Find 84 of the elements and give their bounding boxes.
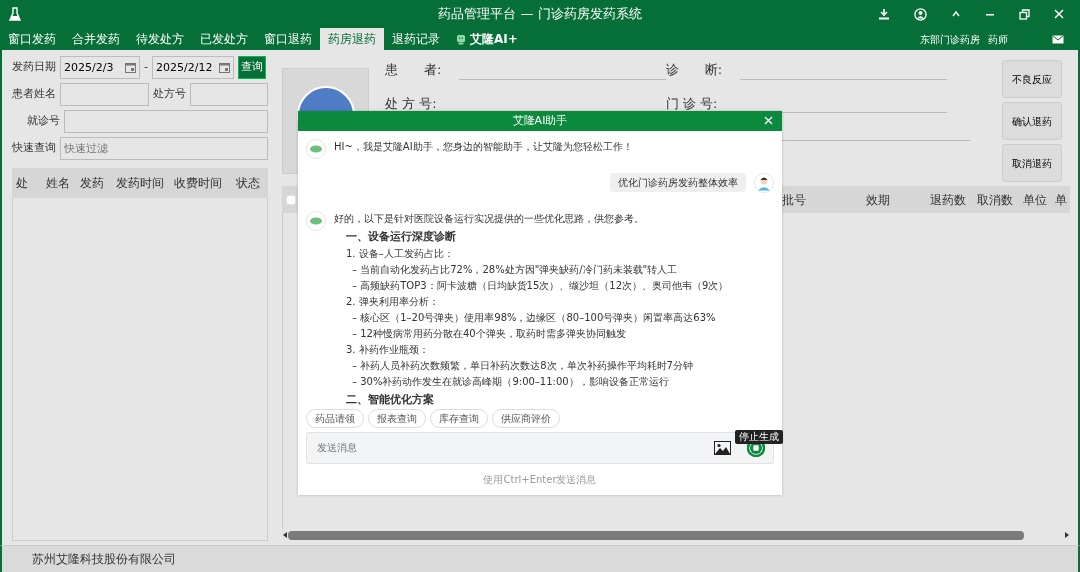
column-header: 姓名 bbox=[45, 175, 71, 192]
scrollbar-thumb[interactable] bbox=[288, 530, 1024, 540]
quick-action-chip[interactable]: 供应商评价 bbox=[492, 408, 560, 428]
tab[interactable]: 退药记录 bbox=[384, 28, 448, 50]
user-avatar-icon bbox=[754, 172, 774, 193]
tab[interactable]: 窗口发药 bbox=[0, 28, 64, 50]
quick-action-chip[interactable]: 库存查询 bbox=[430, 408, 488, 428]
image-icon[interactable] bbox=[714, 440, 731, 455]
column-header: 状态 bbox=[235, 175, 261, 192]
input-field[interactable] bbox=[64, 110, 268, 133]
download-icon[interactable] bbox=[878, 8, 890, 20]
calendar-icon[interactable] bbox=[125, 62, 136, 73]
hint-text: 使用Ctrl+Enter发送消息 bbox=[482, 473, 598, 487]
message-heading: 二、智能优化方案 bbox=[345, 391, 435, 408]
message-bubble: 优化门诊药房发药整体效率 bbox=[610, 173, 746, 193]
assistant-avatar-icon bbox=[306, 210, 326, 231]
company-name: 苏州艾隆科技股份有限公司 bbox=[32, 551, 176, 568]
robot-icon bbox=[456, 33, 466, 45]
message-item: 1. 设备–人工发药占比： bbox=[345, 246, 455, 261]
field-label: 快速查询 bbox=[12, 140, 56, 157]
column-header: 效期 bbox=[865, 191, 891, 209]
quick-action-chip[interactable]: 报表查询 bbox=[368, 408, 426, 428]
window-title: 药品管理平台 — 门诊药房发药系统 bbox=[438, 5, 642, 24]
date-field[interactable]: 2025/2/12 bbox=[152, 56, 234, 79]
action-button[interactable]: 取消退药 bbox=[1002, 144, 1062, 182]
role-label: 药师 bbox=[988, 32, 1008, 47]
field-label: 就诊号 bbox=[26, 113, 60, 130]
message-heading: 一、设备运行深度诊断 bbox=[345, 228, 457, 245]
action-button[interactable]: 不良反应 bbox=[1002, 60, 1062, 98]
user-circle-icon[interactable] bbox=[914, 7, 927, 21]
column-header: 单位 bbox=[1022, 191, 1048, 209]
tab[interactable]: 待发处方 bbox=[128, 28, 192, 50]
input-field[interactable] bbox=[60, 83, 149, 106]
column-header: 发药时间 bbox=[115, 175, 165, 192]
tab[interactable]: 艾隆AI+ bbox=[448, 28, 526, 50]
tab[interactable]: 合并发药 bbox=[64, 28, 128, 50]
column-header: 收费时间 bbox=[173, 175, 223, 192]
restore-icon[interactable] bbox=[1019, 8, 1030, 20]
department-label: 东部门诊药房 bbox=[920, 32, 980, 47]
scroll-right-icon[interactable] bbox=[1064, 531, 1070, 539]
column-header: 退药数 bbox=[929, 191, 967, 209]
column-header: 发药 bbox=[79, 175, 105, 192]
dialog-title: 艾隆AI助手 bbox=[512, 112, 568, 129]
field-label: 诊 断: bbox=[665, 61, 724, 79]
caret-up-icon[interactable] bbox=[951, 9, 961, 19]
column-header: 批号 bbox=[781, 191, 807, 209]
field-label: 患者姓名 bbox=[12, 86, 56, 103]
column-header: 取消数 bbox=[976, 191, 1014, 209]
message-text: HI~，我是艾隆AI助手，您身边的智能助手，让艾隆为您轻松工作！ bbox=[334, 139, 633, 154]
assistant-avatar-icon bbox=[306, 138, 326, 159]
close-icon[interactable] bbox=[764, 116, 773, 126]
field-label: 患 者: bbox=[385, 61, 443, 79]
message-bullet: – 核心区（1–20号弹夹）使用率98%，边缘区（80–100号弹夹）闲置率高达63% bbox=[351, 310, 717, 325]
action-button[interactable]: 确认退药 bbox=[1002, 102, 1062, 140]
field-label: 处 方 号: bbox=[385, 94, 438, 113]
message-text: 好的，以下是针对医院设备运行实况提供的一些优化思路，供您参考。 bbox=[334, 211, 645, 226]
tooltip: 停止生成 bbox=[735, 430, 783, 444]
mail-icon[interactable] bbox=[1052, 34, 1064, 44]
close-icon[interactable] bbox=[1054, 9, 1064, 19]
date-separator: - bbox=[144, 59, 148, 76]
message-bullet: – 高频缺药TOP3：阿卡波糖（日均缺货15次）、缬沙坦（12次）、奥司他韦（9次） bbox=[351, 278, 729, 293]
row-checkbox[interactable] bbox=[286, 194, 296, 205]
date-field[interactable]: 2025/2/3 bbox=[60, 56, 140, 79]
message-bullet: – 补药人员补药次数频繁，单日补药次数达8次，单次补药操作平均耗时7分钟 bbox=[351, 358, 694, 373]
date-label: 发药日期 bbox=[12, 59, 56, 76]
column-header: 处 bbox=[15, 175, 29, 192]
field-label: 门 诊 号: bbox=[665, 94, 719, 113]
query-button[interactable]: 查询 bbox=[238, 56, 266, 79]
field-label: 处方号 bbox=[153, 86, 186, 103]
message-bullet: – 当前自动化发药占比72%，28%处方因"弹夹缺药/冷门药未装载"转人工 bbox=[351, 262, 679, 277]
message-bullet: – 12种慢病常用药分散在40个弹夹，取药时需多弹夹协同触发 bbox=[351, 326, 627, 341]
calendar-icon[interactable] bbox=[219, 62, 230, 73]
input-field[interactable] bbox=[190, 83, 268, 106]
message-bullet: – 30%补药动作发生在就诊高峰期（9:00–11:00），影响设备正常运行 bbox=[351, 374, 670, 389]
message-item: 3. 补药作业瓶颈： bbox=[345, 342, 430, 357]
column-header: 单 bbox=[1054, 191, 1068, 209]
tab[interactable]: 窗口退药 bbox=[256, 28, 320, 50]
search-field[interactable]: 快速过滤 bbox=[60, 137, 268, 160]
tab[interactable]: 已发处方 bbox=[192, 28, 256, 50]
message-field[interactable]: 发送消息 bbox=[315, 439, 698, 457]
quick-action-chip[interactable]: 药品请领 bbox=[306, 408, 364, 428]
tab[interactable]: 药房退药 bbox=[320, 28, 384, 50]
flask-icon bbox=[8, 7, 22, 21]
message-item: 2. 弹夹利用率分析： bbox=[345, 294, 440, 309]
